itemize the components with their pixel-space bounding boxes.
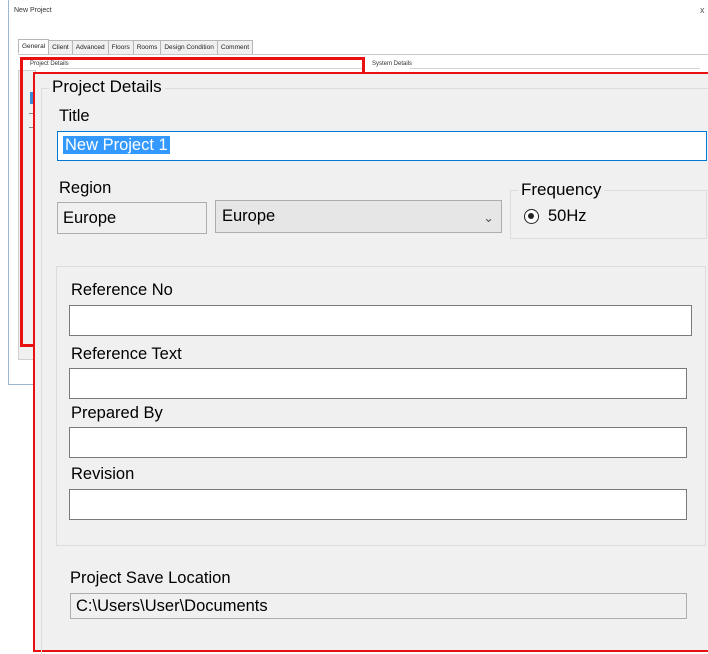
chevron-down-icon: ⌄ <box>483 210 494 225</box>
zoomed-project-details: Project Details Title New Project 1 Regi… <box>33 72 708 654</box>
reference-text-label: Reference Text <box>71 345 182 363</box>
reference-no-input[interactable] <box>69 305 692 336</box>
reference-no-label: Reference No <box>71 281 173 299</box>
title-input[interactable]: New Project 1 <box>57 131 707 161</box>
reference-text-input[interactable] <box>69 368 687 399</box>
tab-design-condition[interactable]: Design Condition <box>160 40 218 54</box>
tab-client[interactable]: Client <box>48 40 73 54</box>
tab-bar: General Client Advanced Floors Rooms Des… <box>18 39 254 54</box>
frequency-legend: Frequency <box>518 180 605 200</box>
tab-comment[interactable]: Comment <box>216 40 254 54</box>
tab-floors[interactable]: Floors <box>107 40 134 54</box>
save-location-label: Project Save Location <box>70 569 231 587</box>
window-title: New Project <box>14 7 52 14</box>
project-details-legend: Project Details <box>49 77 165 97</box>
title-label: Title <box>59 107 90 125</box>
prepared-by-input[interactable] <box>69 427 687 458</box>
title-input-selection: New Project 1 <box>63 136 170 154</box>
50hz-label: 50Hz <box>548 207 587 225</box>
region-label: Region <box>59 179 112 197</box>
small-groupbox-line <box>410 68 700 69</box>
region-code-field: Europe <box>57 202 207 234</box>
region-dropdown-value: Europe <box>222 207 276 225</box>
tab-rooms[interactable]: Rooms <box>132 40 162 54</box>
tab-divider <box>18 54 708 55</box>
region-dropdown[interactable]: Europe ⌄ <box>215 200 502 233</box>
prepared-by-label: Prepared By <box>71 404 163 422</box>
50hz-radio[interactable] <box>524 209 539 224</box>
save-location-field: C:\Users\User\Documents <box>70 593 687 619</box>
revision-input[interactable] <box>69 489 687 520</box>
small-system-details-label: System Details <box>372 61 413 67</box>
revision-label: Revision <box>71 465 135 483</box>
tab-advanced[interactable]: Advanced <box>71 40 109 54</box>
close-icon[interactable]: x <box>700 5 705 15</box>
tab-general[interactable]: General <box>18 39 50 53</box>
radio-selected-dot <box>528 213 534 219</box>
